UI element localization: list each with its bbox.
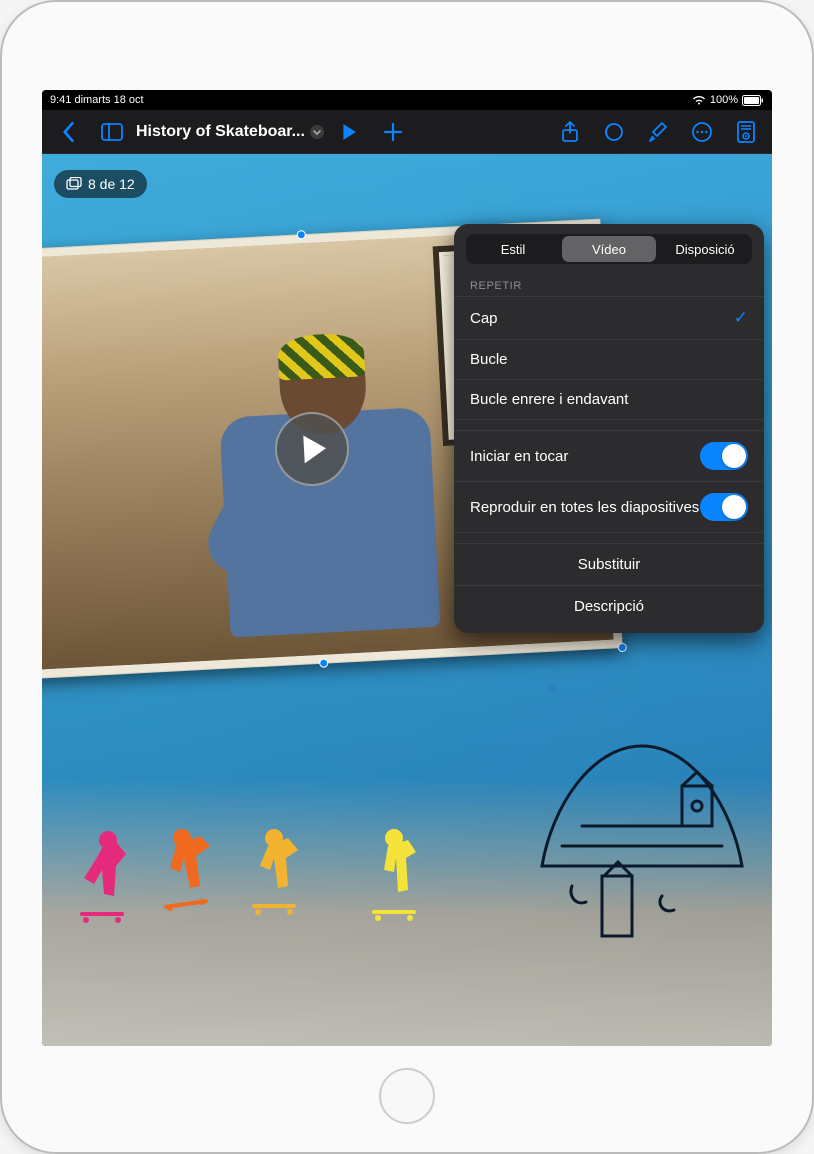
format-paintbrush-button[interactable] bbox=[638, 112, 678, 152]
repeat-option-loop-bf[interactable]: Bucle enrere i endavant bbox=[454, 379, 764, 420]
skater-graphic bbox=[362, 826, 426, 926]
slides-icon bbox=[66, 177, 82, 191]
slide-counter-badge[interactable]: 8 de 12 bbox=[54, 170, 147, 198]
chevron-down-icon bbox=[309, 124, 325, 140]
doodle-illustration bbox=[532, 726, 752, 946]
description-button[interactable]: Descripció bbox=[454, 585, 764, 627]
repeat-loop-label: Bucle bbox=[470, 351, 508, 368]
wifi-icon bbox=[692, 95, 706, 105]
repeat-loopbf-label: Bucle enrere i endavant bbox=[470, 391, 628, 408]
play-all-slides-toggle[interactable] bbox=[700, 493, 748, 521]
repeat-options-group: Cap ✓ Bucle Bucle enrere i endavant bbox=[454, 296, 764, 420]
status-bar: 9:41 dimarts 18 oct 100% bbox=[42, 90, 772, 110]
battery-pct: 100% bbox=[710, 94, 738, 106]
repeat-none-label: Cap bbox=[470, 310, 498, 327]
home-button[interactable] bbox=[379, 1068, 435, 1124]
play-all-slides-row[interactable]: Reproduir en totes les diapositives bbox=[454, 481, 764, 533]
status-time: 9:41 dimarts 18 oct bbox=[50, 94, 144, 106]
skater-graphic bbox=[72, 826, 136, 926]
start-on-tap-toggle[interactable] bbox=[700, 442, 748, 470]
tab-style[interactable]: Estil bbox=[466, 234, 560, 264]
selection-handle[interactable] bbox=[297, 230, 306, 239]
play-presentation-button[interactable] bbox=[329, 112, 369, 152]
play-icon bbox=[303, 434, 326, 463]
ipad-device-frame: 9:41 dimarts 18 oct 100% History of Skat… bbox=[0, 0, 814, 1154]
app-toolbar: History of Skateboar... bbox=[42, 110, 772, 154]
back-button[interactable] bbox=[48, 112, 88, 152]
skater-graphic bbox=[242, 826, 306, 926]
animate-button[interactable] bbox=[594, 112, 634, 152]
start-on-tap-label: Iniciar en tocar bbox=[470, 448, 568, 465]
skater-graphic bbox=[152, 826, 216, 926]
slide-canvas[interactable]: 8 de 12 bbox=[42, 154, 772, 1046]
tab-layout[interactable]: Disposició bbox=[658, 234, 752, 264]
slide-counter-text: 8 de 12 bbox=[88, 176, 135, 192]
document-title: History of Skateboar... bbox=[136, 123, 305, 141]
format-popover: Estil Vídeo Disposició REPETIR Cap ✓ Buc… bbox=[454, 224, 764, 633]
battery-icon bbox=[742, 95, 764, 106]
reading-mode-button[interactable] bbox=[726, 112, 766, 152]
share-button[interactable] bbox=[550, 112, 590, 152]
play-all-slides-label: Reproduir en totes les diapositives bbox=[470, 499, 699, 516]
format-tabs: Estil Vídeo Disposició bbox=[466, 234, 752, 264]
toggle-group: Iniciar en tocar Reproduir en totes les … bbox=[454, 430, 764, 533]
checkmark-icon: ✓ bbox=[734, 308, 748, 328]
more-button[interactable] bbox=[682, 112, 722, 152]
section-repeat-title: REPETIR bbox=[454, 274, 764, 296]
tab-video[interactable]: Vídeo bbox=[562, 236, 656, 262]
sidebar-toggle-button[interactable] bbox=[92, 112, 132, 152]
replace-button[interactable]: Substituir bbox=[454, 543, 764, 585]
repeat-option-none[interactable]: Cap ✓ bbox=[454, 296, 764, 339]
add-button[interactable] bbox=[373, 112, 413, 152]
screen: 9:41 dimarts 18 oct 100% History of Skat… bbox=[42, 90, 772, 1046]
start-on-tap-row[interactable]: Iniciar en tocar bbox=[454, 430, 764, 481]
repeat-option-loop[interactable]: Bucle bbox=[454, 339, 764, 379]
document-title-group[interactable]: History of Skateboar... bbox=[136, 123, 325, 141]
